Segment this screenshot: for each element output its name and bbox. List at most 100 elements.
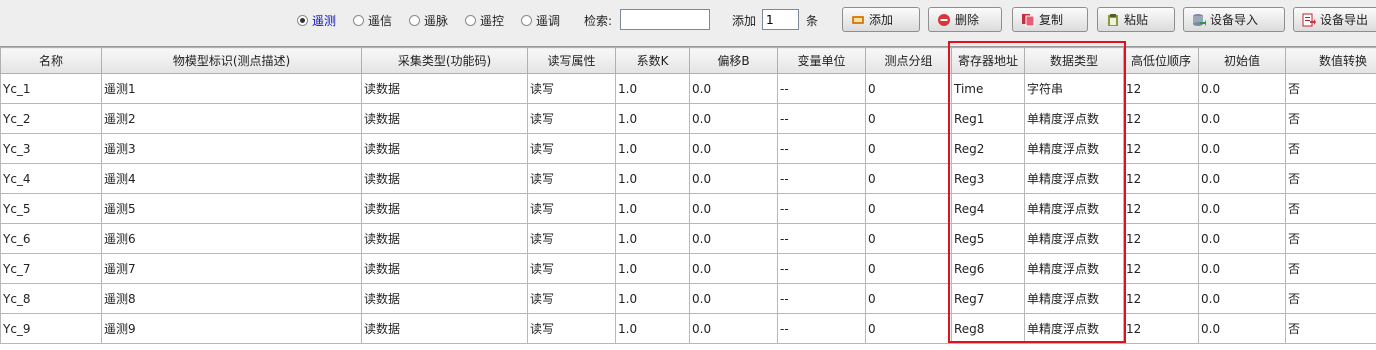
table-cell[interactable]: Yc_8 (0, 283, 102, 314)
table-cell[interactable]: 0.0 (1198, 163, 1286, 194)
radio-dot[interactable] (297, 14, 308, 26)
table-cell[interactable]: 读数据 (361, 133, 528, 164)
table-cell[interactable]: Reg8 (951, 313, 1025, 344)
table-cell[interactable]: 遥测5 (101, 193, 362, 224)
table-cell[interactable]: 0.0 (689, 163, 778, 194)
table-row[interactable]: Yc_4 遥测4 读数据 读写 1.0 0.0 -- 0 Reg3 单精度浮点数 12 0.0 否 (0, 163, 1376, 194)
table-cell[interactable]: 否 (1285, 163, 1376, 194)
export-button[interactable]: 设备导出 (1293, 7, 1376, 32)
radio-dot[interactable] (353, 14, 364, 26)
table-cell[interactable]: 否 (1285, 253, 1376, 284)
table-cell[interactable]: Yc_6 (0, 223, 102, 254)
column-header[interactable]: 读写属性 (527, 47, 616, 74)
table-row[interactable]: Yc_1 遥测1 读数据 读写 1.0 0.0 -- 0 Time 字符串 12 0.0 否 (0, 73, 1376, 104)
table-cell[interactable]: -- (777, 163, 866, 194)
table-cell[interactable]: Reg6 (951, 253, 1025, 284)
table-cell[interactable]: 否 (1285, 313, 1376, 344)
table-cell[interactable]: 0 (865, 313, 952, 344)
table-cell[interactable]: 读数据 (361, 253, 528, 284)
column-header[interactable]: 名称 (0, 47, 102, 74)
table-row[interactable]: Yc_8 遥测8 读数据 读写 1.0 0.0 -- 0 Reg7 单精度浮点数 12 0.0 否 (0, 283, 1376, 314)
table-row[interactable]: Yc_7 遥测7 读数据 读写 1.0 0.0 -- 0 Reg6 单精度浮点数 12 0.0 否 (0, 253, 1376, 284)
table-cell[interactable]: 遥测4 (101, 163, 362, 194)
column-header[interactable]: 初始值 (1198, 47, 1286, 74)
table-cell[interactable]: 否 (1285, 223, 1376, 254)
table-cell[interactable]: 12 (1123, 133, 1199, 164)
table-cell[interactable]: 否 (1285, 283, 1376, 314)
table-cell[interactable]: Yc_1 (0, 73, 102, 104)
table-cell[interactable]: 单精度浮点数 (1024, 253, 1124, 284)
table-cell[interactable]: 0.0 (1198, 103, 1286, 134)
column-header[interactable]: 变量单位 (777, 47, 866, 74)
column-header[interactable]: 高低位顺序 (1123, 47, 1199, 74)
table-cell[interactable]: Yc_4 (0, 163, 102, 194)
table-cell[interactable]: 读写 (527, 253, 616, 284)
table-cell[interactable]: 否 (1285, 133, 1376, 164)
table-cell[interactable]: 0 (865, 223, 952, 254)
table-cell[interactable]: Reg1 (951, 103, 1025, 134)
column-header[interactable]: 偏移B (689, 47, 778, 74)
column-header[interactable]: 系数K (615, 47, 690, 74)
table-cell[interactable]: 1.0 (615, 103, 690, 134)
column-header[interactable]: 测点分组 (865, 47, 952, 74)
table-row[interactable]: Yc_2 遥测2 读数据 读写 1.0 0.0 -- 0 Reg1 单精度浮点数 12 0.0 否 (0, 103, 1376, 134)
table-cell[interactable]: 1.0 (615, 73, 690, 104)
table-row[interactable]: Yc_3 遥测3 读数据 读写 1.0 0.0 -- 0 Reg2 单精度浮点数 12 0.0 否 (0, 133, 1376, 164)
table-cell[interactable]: 读数据 (361, 283, 528, 314)
table-cell[interactable]: 读写 (527, 133, 616, 164)
column-header[interactable]: 数值转换 (1285, 47, 1376, 74)
table-cell[interactable]: 读数据 (361, 223, 528, 254)
table-cell[interactable]: 单精度浮点数 (1024, 103, 1124, 134)
table-cell[interactable]: -- (777, 73, 866, 104)
table-cell[interactable]: 12 (1123, 193, 1199, 224)
column-header[interactable]: 采集类型(功能码) (361, 47, 528, 74)
table-cell[interactable]: 0.0 (1198, 283, 1286, 314)
table-cell[interactable]: Reg7 (951, 283, 1025, 314)
table-cell[interactable]: 0.0 (689, 223, 778, 254)
table-cell[interactable]: Reg3 (951, 163, 1025, 194)
table-cell[interactable]: 0 (865, 103, 952, 134)
table-cell[interactable]: 读写 (527, 283, 616, 314)
radio-yaokong[interactable]: 遥控 (465, 12, 504, 28)
table-cell[interactable]: Yc_7 (0, 253, 102, 284)
table-cell[interactable]: 0.0 (1198, 223, 1286, 254)
table-cell[interactable]: 遥测9 (101, 313, 362, 344)
table-cell[interactable]: 读写 (527, 73, 616, 104)
table-cell[interactable]: 单精度浮点数 (1024, 163, 1124, 194)
copy-button[interactable]: 复制 (1012, 7, 1088, 32)
table-cell[interactable]: 否 (1285, 73, 1376, 104)
radio-dot[interactable] (409, 14, 420, 26)
table-cell[interactable]: Reg2 (951, 133, 1025, 164)
table-cell[interactable]: 12 (1123, 163, 1199, 194)
table-cell[interactable]: 12 (1123, 253, 1199, 284)
table-cell[interactable]: 0 (865, 73, 952, 104)
table-cell[interactable]: 0.0 (1198, 73, 1286, 104)
import-button[interactable]: 设备导入 (1183, 7, 1285, 32)
table-cell[interactable]: 否 (1285, 193, 1376, 224)
table-cell[interactable]: Reg4 (951, 193, 1025, 224)
table-cell[interactable]: 否 (1285, 103, 1376, 134)
table-cell[interactable]: Yc_9 (0, 313, 102, 344)
radio-dot[interactable] (465, 14, 476, 26)
table-cell[interactable]: 1.0 (615, 163, 690, 194)
column-header[interactable]: 数据类型 (1024, 47, 1124, 74)
table-cell[interactable]: 0.0 (689, 193, 778, 224)
table-cell[interactable]: 读数据 (361, 73, 528, 104)
radio-yaoxin[interactable]: 遥信 (353, 12, 392, 28)
table-cell[interactable]: 遥测3 (101, 133, 362, 164)
table-row[interactable]: Yc_9 遥测9 读数据 读写 1.0 0.0 -- 0 Reg8 单精度浮点数 12 0.0 否 (0, 313, 1376, 344)
table-cell[interactable]: 0.0 (1198, 313, 1286, 344)
table-cell[interactable]: 12 (1123, 103, 1199, 134)
table-cell[interactable]: 12 (1123, 283, 1199, 314)
table-cell[interactable]: 读数据 (361, 103, 528, 134)
table-cell[interactable]: 读写 (527, 223, 616, 254)
table-cell[interactable]: 遥测1 (101, 73, 362, 104)
add-count-input[interactable] (762, 9, 799, 30)
table-cell[interactable]: -- (777, 193, 866, 224)
table-cell[interactable]: 单精度浮点数 (1024, 313, 1124, 344)
column-header[interactable]: 寄存器地址 (951, 47, 1025, 74)
table-cell[interactable]: 0.0 (689, 253, 778, 284)
table-cell[interactable]: Yc_5 (0, 193, 102, 224)
column-header[interactable]: 物模型标识(测点描述) (101, 47, 362, 74)
radio-yaotiao[interactable]: 遥调 (521, 12, 560, 28)
